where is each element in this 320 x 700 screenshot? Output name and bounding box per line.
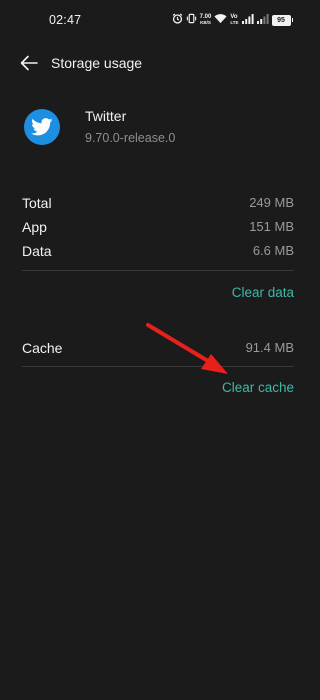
page-title: Storage usage: [51, 55, 143, 71]
clear-cache-button[interactable]: Clear cache: [222, 380, 294, 395]
clear-data-button[interactable]: Clear data: [232, 285, 294, 300]
storage-row-label: App: [22, 219, 47, 235]
twitter-bird-icon: [24, 109, 60, 145]
storage-row-label: Data: [22, 243, 52, 259]
network-speed: 7.00 KB/S: [200, 14, 212, 26]
divider: [22, 270, 294, 271]
cache-value: 91.4 MB: [245, 340, 294, 355]
status-time: 02:47: [49, 13, 82, 27]
storage-row-total: Total 249 MB: [22, 195, 294, 213]
back-button[interactable]: [18, 52, 40, 74]
volte-bottom: LTE: [230, 20, 239, 25]
divider: [22, 366, 294, 367]
wifi-icon: [214, 11, 227, 29]
cache-row: Cache 91.4 MB: [22, 340, 294, 358]
battery-level: 95: [271, 14, 291, 26]
storage-row-app: App 151 MB: [22, 219, 294, 237]
status-bar: 02:47 7.00 KB/S Vo LTE 95: [0, 0, 315, 40]
storage-row-value: 6.6 MB: [252, 243, 294, 258]
storage-row-value: 249 MB: [249, 195, 294, 210]
storage-row-value: 151 MB: [249, 219, 294, 234]
signal-icon: [241, 11, 254, 29]
signal-icon-2: [256, 11, 269, 29]
alarm-icon: [172, 11, 183, 29]
app-version: 9.70.0-release.0: [85, 131, 176, 145]
app-name: Twitter: [85, 108, 127, 124]
vibrate-icon: [186, 11, 197, 29]
cache-label: Cache: [22, 340, 63, 356]
status-icons: 7.00 KB/S Vo LTE 95: [172, 12, 293, 28]
back-arrow-icon: [20, 55, 38, 71]
volte-indicator: Vo LTE: [230, 14, 238, 26]
storage-row-label: Total: [22, 195, 52, 211]
network-speed-unit: KB/S: [200, 20, 211, 25]
storage-row-data: Data 6.6 MB: [22, 243, 294, 261]
battery-icon: 95: [271, 14, 293, 26]
